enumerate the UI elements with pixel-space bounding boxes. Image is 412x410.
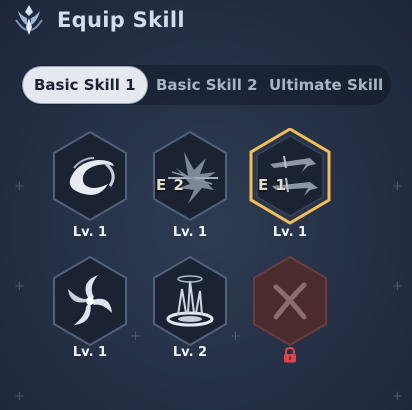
skill-slot[interactable] (48, 128, 132, 228)
decor-plus: + (14, 279, 25, 294)
decor-plus: + (392, 389, 403, 404)
pinwheel-burst-icon (53, 255, 127, 347)
decor-plus: + (392, 179, 403, 194)
decor-plus: + (392, 279, 403, 294)
skill-level-label: Lv. 1 (172, 225, 208, 240)
skill-slot[interactable]: E 2 (148, 128, 232, 228)
skill-level-label: Lv. 1 (72, 225, 108, 240)
enhance-badge: E 2 (156, 176, 185, 194)
skill-slot[interactable] (148, 253, 232, 353)
skill-slot-selected[interactable]: E 1 (248, 128, 332, 228)
tab-basic-skill-2[interactable]: Basic Skill 2 (156, 65, 258, 105)
enhance-badge: E 1 (258, 176, 287, 194)
crest-emblem-icon (15, 5, 43, 35)
cross-slash-icon (253, 255, 327, 347)
skill-level-label: Lv. 2 (172, 345, 208, 360)
skill-level-label: Lv. 1 (272, 225, 308, 240)
page-title: Equip Skill (57, 8, 185, 32)
tab-basic-skill-1[interactable]: Basic Skill 1 (23, 67, 147, 103)
skill-level-label: Lv. 1 (72, 345, 108, 360)
skill-tab-bar: Basic Skill 1 Basic Skill 2 Ultimate Ski… (21, 65, 391, 105)
decor-plus: + (14, 389, 25, 404)
skill-slot-locked[interactable] (248, 253, 332, 353)
swirl-slash-icon (53, 130, 127, 222)
lock-icon (284, 347, 296, 363)
skill-slot[interactable] (48, 253, 132, 353)
tab-ultimate-skill[interactable]: Ultimate Skill (269, 65, 383, 105)
decor-plus: + (14, 179, 25, 194)
ground-vortex-icon (153, 255, 227, 347)
header: Equip Skill (14, 2, 185, 38)
